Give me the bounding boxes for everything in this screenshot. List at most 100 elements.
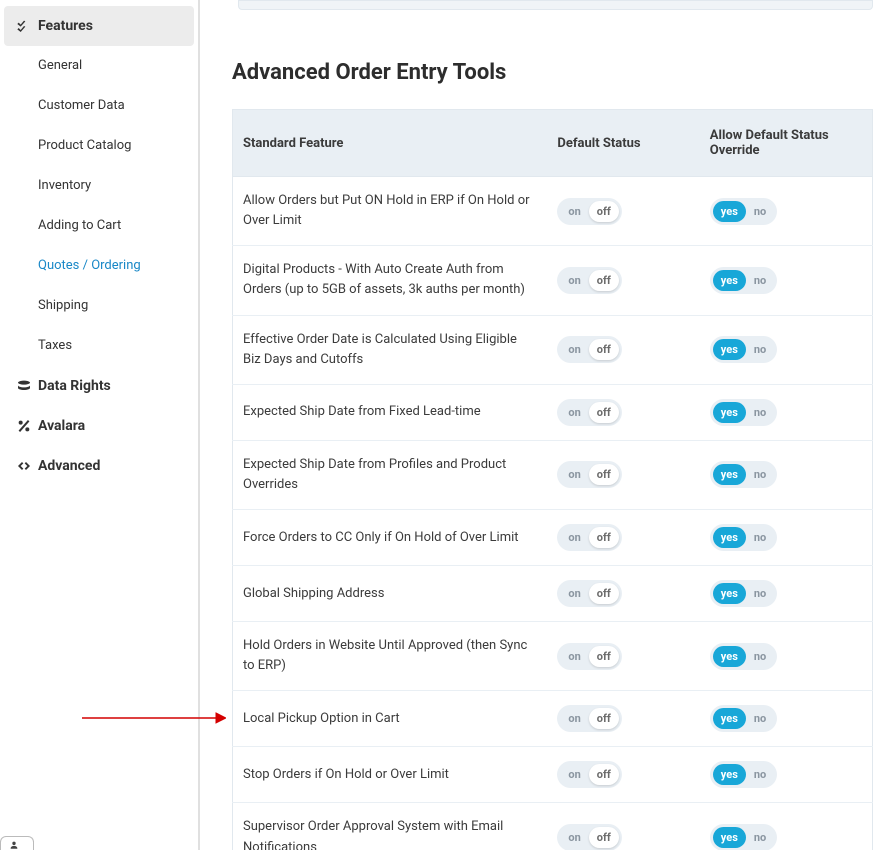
default-status-toggle[interactable]: onoff — [557, 524, 621, 551]
default-status-cell: onoff — [547, 177, 699, 246]
override-toggle[interactable]: yesno — [710, 198, 777, 225]
override-toggle[interactable]: yesno — [710, 761, 777, 788]
toggle-option-yes[interactable]: yes — [713, 464, 746, 485]
toggle-option-no[interactable]: no — [746, 827, 774, 848]
sidebar-item-quotes-ordering[interactable]: Quotes / Ordering — [4, 246, 194, 286]
toggle-option-no[interactable]: no — [746, 527, 774, 548]
sidebar-item-product-catalog[interactable]: Product Catalog — [4, 126, 194, 166]
override-cell: yesno — [700, 440, 873, 509]
override-cell: yesno — [700, 566, 873, 622]
sidebar-group-features[interactable]: Features — [4, 6, 194, 46]
override-toggle[interactable]: yesno — [710, 461, 777, 488]
toggle-option-off[interactable]: off — [589, 708, 619, 729]
toggle-option-no[interactable]: no — [746, 464, 774, 485]
default-status-cell: onoff — [547, 747, 699, 803]
toggle-option-no[interactable]: no — [746, 339, 774, 360]
override-toggle[interactable]: yesno — [710, 399, 777, 426]
toggle-option-no[interactable]: no — [746, 708, 774, 729]
default-status-cell: onoff — [547, 566, 699, 622]
sidebar-item-adding-to-cart[interactable]: Adding to Cart — [4, 206, 194, 246]
toggle-option-on[interactable]: on — [560, 402, 588, 423]
sidebar-item-customer-data[interactable]: Customer Data — [4, 86, 194, 126]
sidebar-item-shipping[interactable]: Shipping — [4, 286, 194, 326]
toggle-option-on[interactable]: on — [560, 201, 588, 222]
toggle-option-yes[interactable]: yes — [713, 708, 746, 729]
table-row: Hold Orders in Website Until Approved (t… — [233, 622, 873, 691]
toggle-option-on[interactable]: on — [560, 764, 588, 785]
toggle-option-on[interactable]: on — [560, 708, 588, 729]
toggle-option-off[interactable]: off — [589, 646, 619, 667]
default-status-toggle[interactable]: onoff — [557, 705, 621, 732]
default-status-toggle[interactable]: onoff — [557, 461, 621, 488]
override-toggle[interactable]: yesno — [710, 580, 777, 607]
toggle-option-off[interactable]: off — [589, 764, 619, 785]
toggle-option-yes[interactable]: yes — [713, 270, 746, 291]
toggle-option-no[interactable]: no — [746, 402, 774, 423]
sidebar-group-avalara[interactable]: Avalara — [4, 406, 194, 446]
toggle-option-off[interactable]: off — [589, 464, 619, 485]
toggle-option-on[interactable]: on — [560, 270, 588, 291]
percent-icon — [16, 418, 38, 434]
toggle-option-no[interactable]: no — [746, 583, 774, 604]
override-cell: yesno — [700, 622, 873, 691]
toggle-option-off[interactable]: off — [589, 402, 619, 423]
toggle-option-yes[interactable]: yes — [713, 339, 746, 360]
sidebar-group-label: Avalara — [38, 418, 85, 434]
default-status-toggle[interactable]: onoff — [557, 761, 621, 788]
toggle-option-yes[interactable]: yes — [713, 764, 746, 785]
toggle-option-off[interactable]: off — [589, 583, 619, 604]
toggle-option-no[interactable]: no — [746, 201, 774, 222]
sidebar-group-data-rights[interactable]: Data Rights — [4, 366, 194, 406]
toggle-option-yes[interactable]: yes — [713, 201, 746, 222]
toggle-option-yes[interactable]: yes — [713, 827, 746, 848]
toggle-option-no[interactable]: no — [746, 764, 774, 785]
toggle-option-off[interactable]: off — [589, 270, 619, 291]
default-status-toggle[interactable]: onoff — [557, 336, 621, 363]
default-status-toggle[interactable]: onoff — [557, 580, 621, 607]
toggle-option-yes[interactable]: yes — [713, 527, 746, 548]
override-toggle[interactable]: yesno — [710, 824, 777, 850]
toggle-option-on[interactable]: on — [560, 646, 588, 667]
table-row: Effective Order Date is Calculated Using… — [233, 315, 873, 384]
feature-label: Effective Order Date is Calculated Using… — [233, 315, 548, 384]
default-status-toggle[interactable]: onoff — [557, 643, 621, 670]
feature-label: Allow Orders but Put ON Hold in ERP if O… — [233, 177, 548, 246]
user-icon — [9, 840, 19, 850]
sidebar-group-advanced[interactable]: Advanced — [4, 446, 194, 486]
toggle-option-no[interactable]: no — [746, 270, 774, 291]
table-row: Expected Ship Date from Profiles and Pro… — [233, 440, 873, 509]
override-toggle[interactable]: yesno — [710, 705, 777, 732]
sidebar-group-label: Features — [38, 18, 93, 34]
footer-badge — [0, 836, 34, 850]
toggle-option-on[interactable]: on — [560, 339, 588, 360]
toggle-option-on[interactable]: on — [560, 827, 588, 848]
toggle-option-off[interactable]: off — [589, 201, 619, 222]
sidebar-item-taxes[interactable]: Taxes — [4, 326, 194, 366]
disk-icon — [16, 378, 38, 394]
toggle-option-off[interactable]: off — [589, 339, 619, 360]
toggle-option-off[interactable]: off — [589, 527, 619, 548]
toggle-option-on[interactable]: on — [560, 527, 588, 548]
toggle-option-no[interactable]: no — [746, 646, 774, 667]
toggle-option-yes[interactable]: yes — [713, 583, 746, 604]
default-status-toggle[interactable]: onoff — [557, 824, 621, 850]
sidebar-item-general[interactable]: General — [4, 46, 194, 86]
default-status-toggle[interactable]: onoff — [557, 198, 621, 225]
default-status-cell: onoff — [547, 384, 699, 440]
toggle-option-on[interactable]: on — [560, 464, 588, 485]
page-title: Advanced Order Entry Tools — [232, 60, 873, 85]
toggle-option-yes[interactable]: yes — [713, 646, 746, 667]
toggle-option-off[interactable]: off — [589, 827, 619, 848]
sidebar-item-inventory[interactable]: Inventory — [4, 166, 194, 206]
override-toggle[interactable]: yesno — [710, 643, 777, 670]
table-row: Digital Products - With Auto Create Auth… — [233, 246, 873, 315]
default-status-toggle[interactable]: onoff — [557, 399, 621, 426]
feature-label: Supervisor Order Approval System with Em… — [233, 803, 548, 850]
override-toggle[interactable]: yesno — [710, 267, 777, 294]
feature-label: Local Pickup Option in Cart — [233, 691, 548, 747]
default-status-toggle[interactable]: onoff — [557, 267, 621, 294]
toggle-option-yes[interactable]: yes — [713, 402, 746, 423]
override-toggle[interactable]: yesno — [710, 336, 777, 363]
override-toggle[interactable]: yesno — [710, 524, 777, 551]
toggle-option-on[interactable]: on — [560, 583, 588, 604]
